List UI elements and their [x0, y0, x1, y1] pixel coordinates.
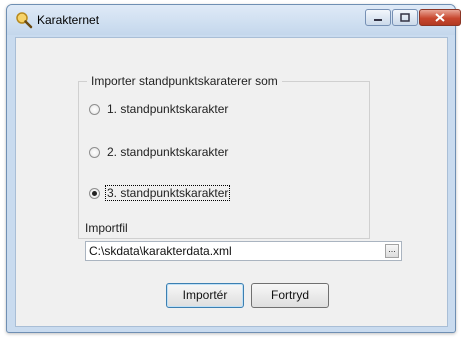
radio-label: 1. standpunktskarakter [107, 102, 229, 116]
magnifier-icon [15, 11, 33, 29]
import-file-input[interactable]: C:\skdata\karakterdata.xml ... [85, 241, 402, 261]
cancel-button[interactable]: Fortryd [251, 283, 329, 308]
group-legend: Importer standpunktskaraterer som [87, 74, 282, 88]
minimize-icon [374, 19, 382, 21]
dialog-window: Karakternet Importer standpunktskaratere… [6, 4, 461, 333]
import-button[interactable]: Importér [166, 283, 244, 308]
import-options-group: Importer standpunktskaraterer som 1. sta… [78, 74, 370, 239]
minimize-button[interactable] [365, 9, 391, 26]
close-icon [435, 13, 445, 22]
close-button[interactable] [419, 9, 461, 26]
radio-button[interactable] [89, 147, 100, 158]
browse-button[interactable]: ... [385, 244, 399, 258]
maximize-button[interactable] [392, 9, 418, 26]
import-file-value: C:\skdata\karakterdata.xml [89, 244, 232, 258]
title-bar[interactable]: Karakternet [7, 5, 461, 35]
window-title: Karakternet [37, 13, 100, 27]
maximize-icon [400, 13, 410, 22]
dialog-client-area: Importer standpunktskaraterer som 1. sta… [15, 37, 448, 327]
import-file-label: Importfil [85, 221, 128, 235]
radio-button[interactable] [89, 188, 100, 199]
radio-label: 3. standpunktskarakter [104, 185, 231, 201]
radio-label: 2. standpunktskarakter [107, 145, 229, 159]
radio-button[interactable] [89, 104, 100, 115]
